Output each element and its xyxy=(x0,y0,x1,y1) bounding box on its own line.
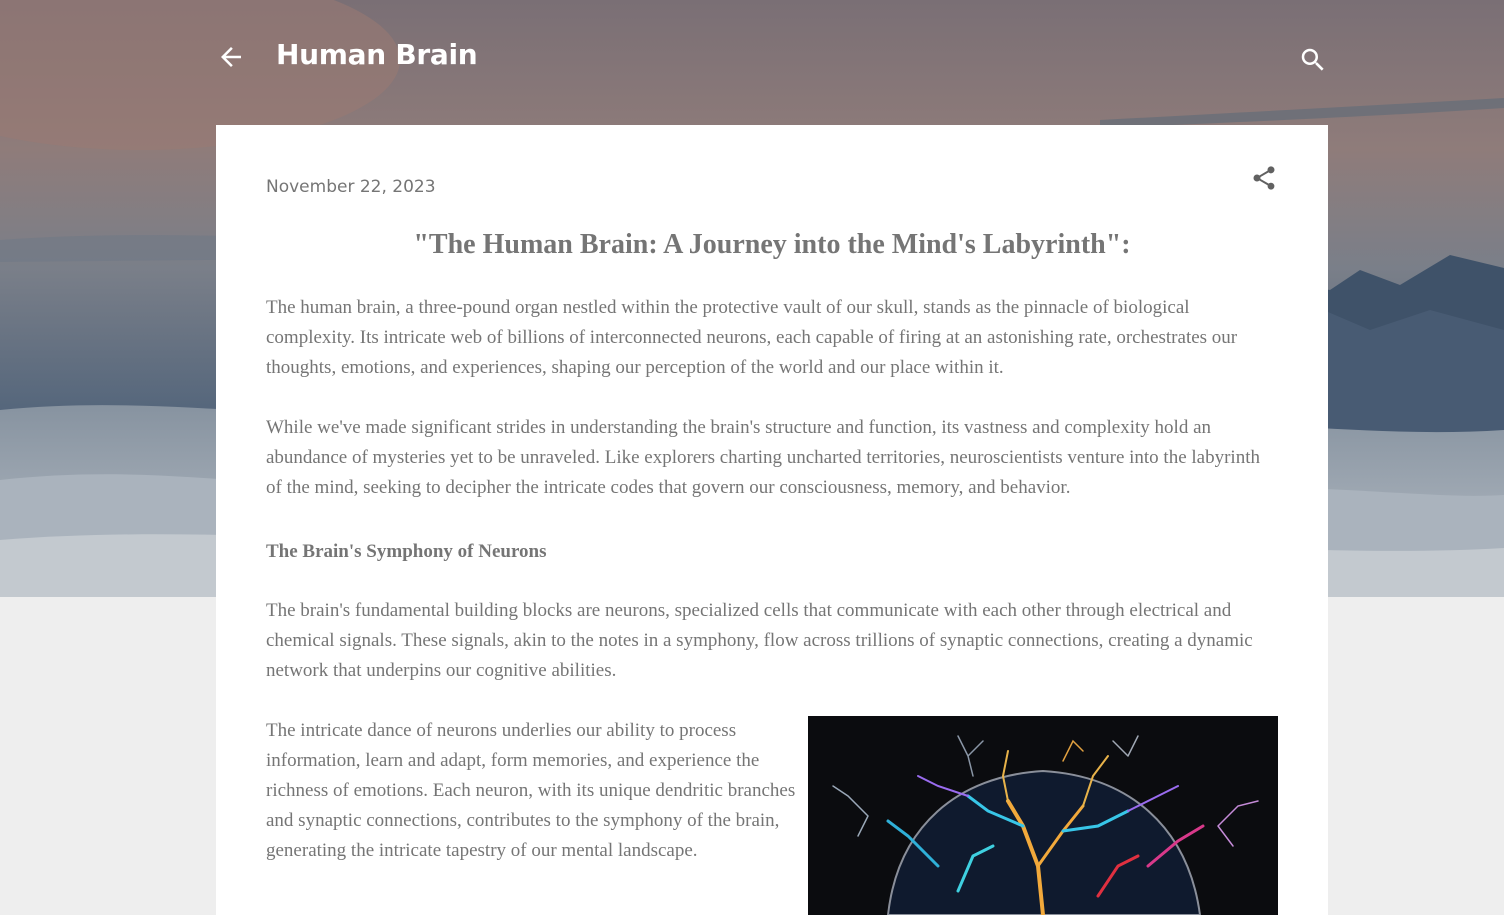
share-icon xyxy=(1253,166,1275,190)
share-button[interactable] xyxy=(1250,163,1278,193)
post-image[interactable] xyxy=(808,716,1278,915)
blog-title[interactable]: Human Brain xyxy=(276,38,478,71)
back-button[interactable] xyxy=(216,42,246,72)
search-button[interactable] xyxy=(1298,45,1328,75)
post-date[interactable]: November 22, 2023 xyxy=(266,177,436,197)
neuron-brain-illustration xyxy=(808,716,1278,915)
arrow-left-icon xyxy=(221,47,241,67)
post-card: November 22, 2023 "The Human Brain: A Jo… xyxy=(216,125,1328,915)
search-icon xyxy=(1301,48,1324,71)
post-paragraph: The intricate dance of neurons underlies… xyxy=(266,720,796,861)
post-subheading: The Brain's Symphony of Neurons xyxy=(266,541,547,562)
post-paragraph: The brain's fundamental building blocks … xyxy=(266,600,1253,681)
blog-header: Human Brain xyxy=(216,30,1328,90)
post-paragraph: The human brain, a three-pound organ nes… xyxy=(266,297,1238,378)
post-title: "The Human Brain: A Journey into the Min… xyxy=(413,229,1131,260)
post-paragraph: While we've made significant strides in … xyxy=(266,417,1260,498)
